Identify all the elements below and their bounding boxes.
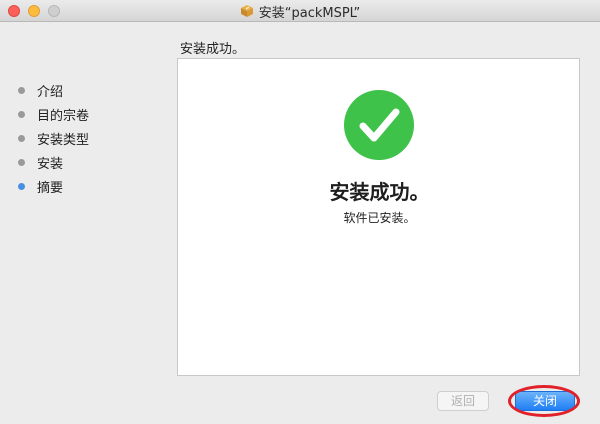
close-button[interactable]: 关闭 [515, 391, 575, 411]
step-dot-active-icon [18, 182, 25, 190]
back-button[interactable]: 返回 [437, 391, 489, 411]
step-label: 摘要 [37, 180, 64, 196]
step-dot-icon [18, 158, 25, 166]
step-label: 安装 [37, 156, 64, 172]
step-summary: 摘要 [12, 174, 167, 198]
step-install: 安装 [12, 150, 167, 174]
window-title-wrap: 安装“packMSPL” [0, 0, 600, 22]
step-label: 介绍 [37, 84, 64, 100]
step-dot-icon [18, 110, 25, 118]
content-panel: 安装成功。 软件已安装。 [177, 58, 580, 376]
step-install-type: 安装类型 [12, 126, 167, 150]
step-label: 目的宗卷 [37, 108, 90, 124]
step-intro: 介绍 [12, 78, 167, 102]
step-label: 安装类型 [37, 132, 90, 148]
installer-steps-sidebar: 介绍 目的宗卷 安装类型 安装 摘要 [12, 78, 167, 198]
success-message: 软件已安装。 [343, 211, 416, 225]
installer-window: 安装“packMSPL” 安装成功。 介绍 目的宗卷 安装类型 安装 摘要 安装… [0, 0, 600, 424]
success-title: 安装成功。 [329, 180, 430, 204]
checkmark-circle-icon [344, 90, 414, 160]
step-dot-icon [18, 86, 25, 94]
page-heading: 安装成功。 [180, 42, 246, 57]
package-icon [240, 5, 253, 17]
step-dot-icon [18, 134, 25, 142]
title-bar[interactable]: 安装“packMSPL” [0, 0, 600, 22]
window-title: 安装“packMSPL” [258, 5, 361, 21]
step-destination: 目的宗卷 [12, 102, 167, 126]
